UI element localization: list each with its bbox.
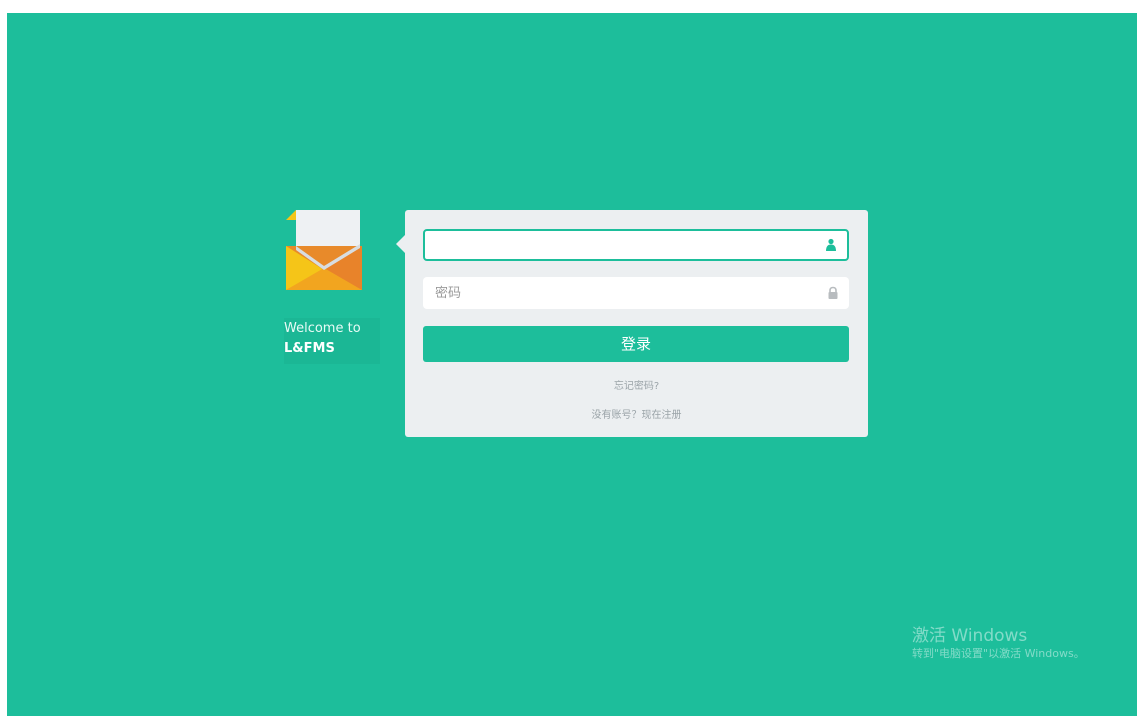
activation-watermark-hint: 转到"电脑设置"以激活 Windows。 xyxy=(912,647,1085,660)
username-input[interactable] xyxy=(437,231,807,259)
forgot-password-link[interactable]: 忘记密码? xyxy=(405,377,868,392)
welcome-text: Welcome to xyxy=(284,321,361,336)
activation-watermark-title: 激活 Windows xyxy=(912,626,1028,646)
login-card: 登录 忘记密码? 没有账号？现在注册 xyxy=(396,210,868,437)
password-field[interactable] xyxy=(423,277,849,309)
login-button[interactable]: 登录 xyxy=(423,326,849,362)
register-link[interactable]: 没有账号？现在注册 xyxy=(405,406,868,421)
brand-panel: Welcome to L&FMS xyxy=(284,210,384,368)
user-icon xyxy=(826,238,836,251)
login-screen: Welcome to L&FMS 登录 忘记密码? 没有账号？现在注册 激活 W… xyxy=(7,13,1137,716)
lock-icon xyxy=(828,286,838,299)
password-input[interactable] xyxy=(435,277,805,309)
username-field[interactable] xyxy=(423,229,849,261)
app-name: L&FMS xyxy=(284,341,335,356)
envelope-icon xyxy=(286,210,362,290)
card-pointer xyxy=(396,235,405,253)
